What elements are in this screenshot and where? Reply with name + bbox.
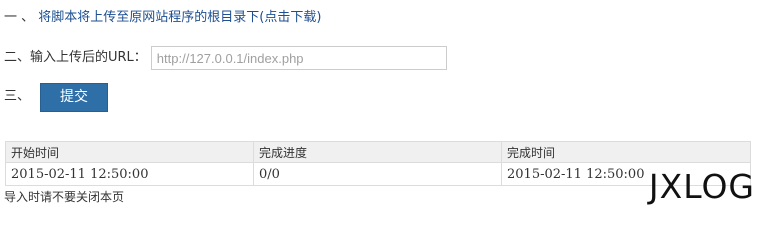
step-3-label: 三、 bbox=[4, 89, 31, 104]
cell-start-time: 2015-02-11 12:50:00 bbox=[5, 162, 254, 186]
table-row: 2015-02-11 12:50:00 0/0 2015-02-11 12:50… bbox=[5, 162, 751, 186]
url-input[interactable] bbox=[150, 46, 447, 70]
step-1-instruction: 一 、 将脚本将上传至原网站程序的根目录下(点击下载) bbox=[4, 9, 321, 27]
header-start-time: 开始时间 bbox=[5, 141, 254, 163]
step-1-number: 一 、 bbox=[4, 10, 35, 25]
table-header-row: 开始时间 完成进度 完成时间 bbox=[5, 141, 751, 163]
submit-button[interactable]: 提交 bbox=[40, 83, 108, 112]
url-label: 二、输入上传后的URL： bbox=[4, 50, 147, 65]
cell-progress: 0/0 bbox=[253, 162, 502, 186]
header-progress: 完成进度 bbox=[253, 141, 502, 163]
header-end-time: 完成时间 bbox=[501, 141, 751, 163]
step-2-url-row: 二、输入上传后的URL： bbox=[4, 46, 447, 70]
watermark-text: JXLOG bbox=[648, 167, 755, 206]
progress-table: 开始时间 完成进度 完成时间 2015-02-11 12:50:00 0/0 2… bbox=[5, 141, 751, 186]
notice-text: 导入时请不要关闭本页 bbox=[4, 190, 125, 204]
download-script-link[interactable]: 将脚本将上传至原网站程序的根目录下(点击下载) bbox=[38, 10, 321, 25]
